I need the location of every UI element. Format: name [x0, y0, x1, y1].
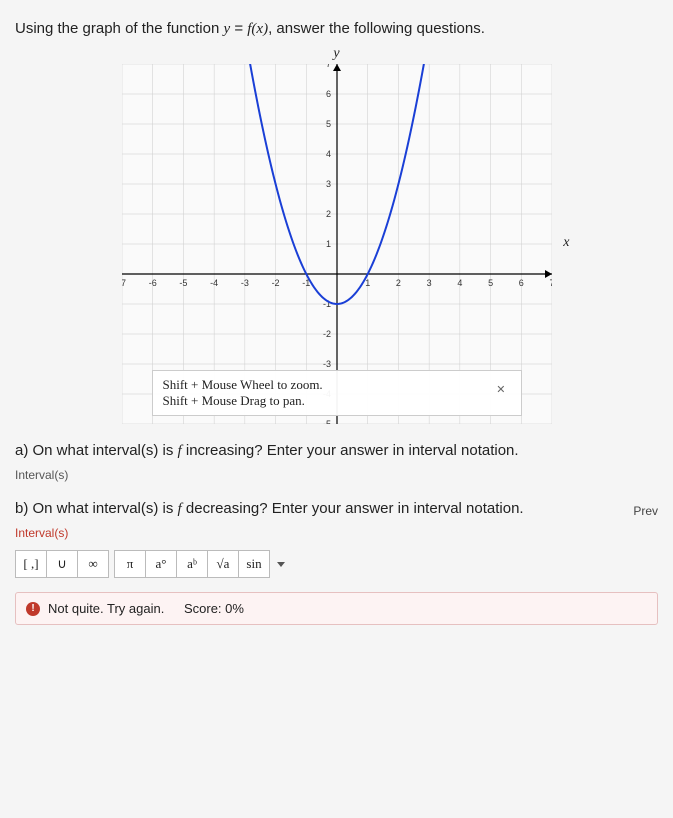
svg-text:5: 5 [488, 278, 493, 288]
pi-button[interactable]: π [114, 550, 146, 578]
qb-pre: b) On what interval(s) is [15, 500, 178, 517]
prompt-mid: = [230, 20, 247, 37]
interval-button[interactable]: [ ,] [15, 550, 47, 578]
prompt-post: , answer the following questions. [268, 20, 485, 37]
qa-post: increasing? Enter your answer in interva… [182, 442, 519, 459]
svg-text:-3: -3 [322, 359, 330, 369]
question-prompt: Using the graph of the function y = f(x)… [15, 20, 658, 38]
qb-label: Interval(s) [15, 526, 658, 540]
hint-line1: Shift + Mouse Wheel to zoom. [163, 377, 511, 393]
prompt-rhs: f(x) [247, 21, 268, 37]
svg-text:-2: -2 [322, 329, 330, 339]
svg-text:7: 7 [325, 64, 330, 69]
question-a: a) On what interval(s) is f increasing? … [15, 442, 658, 460]
svg-text:2: 2 [395, 278, 400, 288]
feedback-msg: Not quite. Try again. [48, 601, 164, 616]
svg-text:4: 4 [325, 149, 330, 159]
hint-line2: Shift + Mouse Drag to pan. [163, 393, 511, 409]
infinity-button[interactable]: ∞ [77, 550, 109, 578]
zoom-hint-box: Shift + Mouse Wheel to zoom. Shift + Mou… [152, 370, 522, 416]
sqrt-button[interactable]: √a [207, 550, 239, 578]
svg-text:-6: -6 [148, 278, 156, 288]
svg-text:-7: -7 [122, 278, 126, 288]
svg-text:5: 5 [325, 119, 330, 129]
error-icon: ! [26, 602, 40, 616]
feedback-score: Score: 0% [184, 601, 244, 616]
question-b: b) On what interval(s) is f decreasing? … [15, 500, 658, 518]
svg-text:1: 1 [325, 239, 330, 249]
feedback-box: ! Not quite. Try again. Score: 0% [15, 592, 658, 625]
svg-text:4: 4 [457, 278, 462, 288]
y-axis-label: y [122, 46, 552, 62]
graph-container: y -7-6-5-4-3-2-11234567-5-4-3-2-11234567… [15, 46, 658, 424]
svg-text:1: 1 [365, 278, 370, 288]
power-button[interactable]: aᵇ [176, 550, 208, 578]
math-toolbar: [ ,] ∪ ∞ π a° aᵇ √a sin [15, 550, 658, 578]
x-axis-label: x [563, 235, 569, 251]
prev-button[interactable]: Prev [633, 504, 658, 518]
svg-text:-3: -3 [240, 278, 248, 288]
svg-text:3: 3 [325, 179, 330, 189]
svg-text:6: 6 [325, 89, 330, 99]
close-icon[interactable]: ✕ [491, 381, 510, 398]
qb-post: decreasing? Enter your answer in interva… [182, 500, 524, 517]
svg-text:-2: -2 [271, 278, 279, 288]
chevron-down-icon[interactable] [277, 562, 285, 567]
qa-label: Interval(s) [15, 468, 658, 482]
union-button[interactable]: ∪ [46, 550, 78, 578]
sin-button[interactable]: sin [238, 550, 270, 578]
prompt-pre: Using the graph of the function [15, 20, 223, 37]
degree-button[interactable]: a° [145, 550, 177, 578]
svg-text:-5: -5 [322, 419, 330, 424]
svg-text:-4: -4 [210, 278, 218, 288]
svg-text:-5: -5 [179, 278, 187, 288]
svg-text:6: 6 [518, 278, 523, 288]
svg-text:7: 7 [549, 278, 552, 288]
svg-text:2: 2 [325, 209, 330, 219]
svg-text:3: 3 [426, 278, 431, 288]
qa-pre: a) On what interval(s) is [15, 442, 178, 459]
